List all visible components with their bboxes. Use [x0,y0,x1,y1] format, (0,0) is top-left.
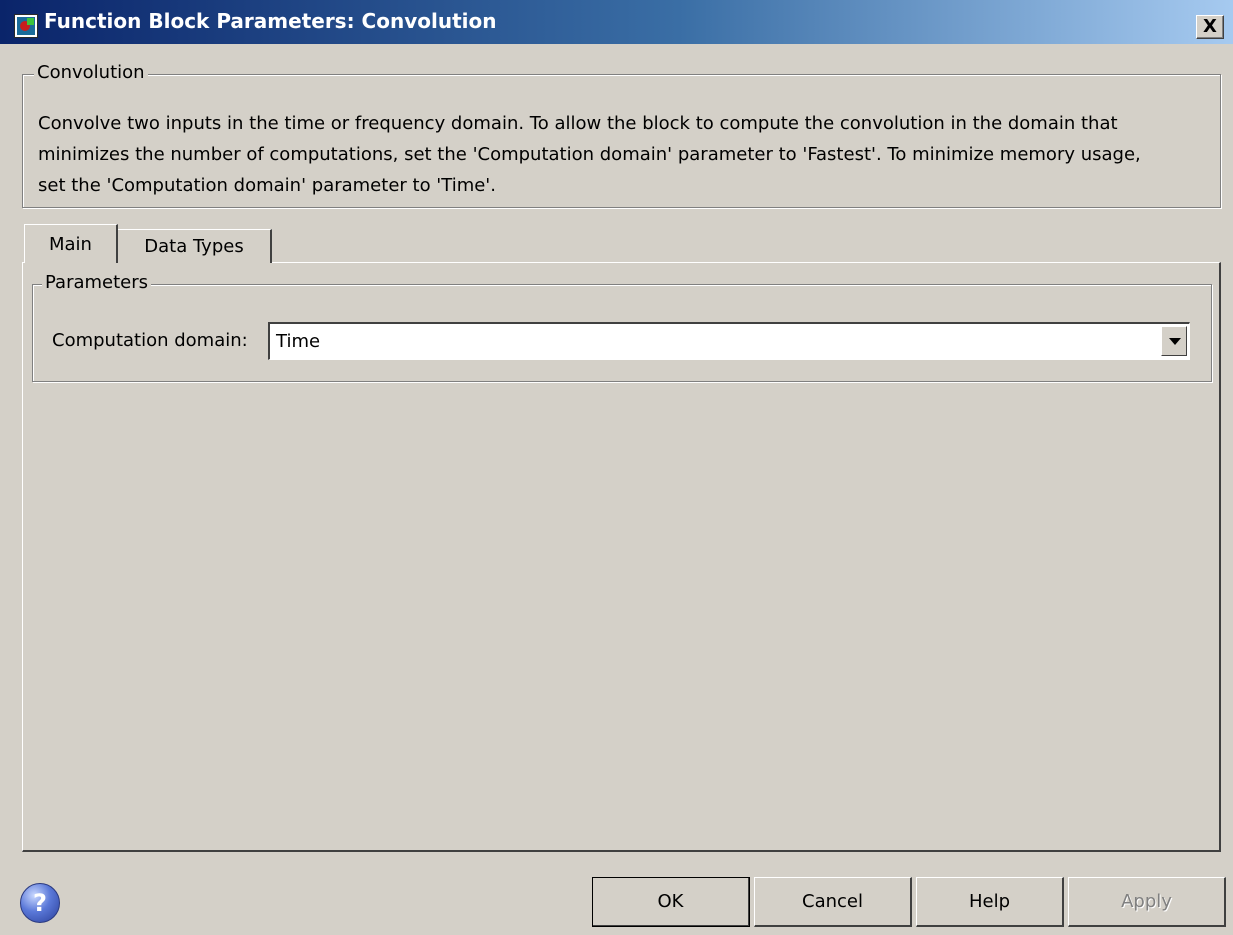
help-button[interactable]: Help [916,877,1064,927]
dropdown-button[interactable] [1161,326,1187,356]
parameters-legend: Parameters [42,272,152,293]
block-description: Convolve two inputs in the time or frequ… [38,108,1218,201]
tab-main[interactable]: Main [24,224,118,263]
chevron-down-icon [1169,338,1181,345]
ok-button[interactable]: OK [592,877,750,927]
apply-button[interactable]: Apply [1068,877,1226,927]
description-line: set the 'Computation domain' parameter t… [38,175,496,196]
computation-domain-select[interactable]: Time [268,322,1190,360]
description-line: minimizes the number of computations, se… [38,144,1141,165]
cancel-button[interactable]: Cancel [754,877,912,927]
description-line: Convolve two inputs in the time or frequ… [38,113,1118,134]
tab-main-label: Main [49,234,92,255]
tab-data-types-label: Data Types [144,236,244,257]
simulink-block-icon [14,14,38,38]
close-button[interactable]: X [1196,15,1224,39]
window-title: Function Block Parameters: Convolution [44,9,497,33]
block-description-legend: Convolution [34,62,148,83]
title-bar[interactable]: Function Block Parameters: Convolution X [0,0,1233,44]
computation-domain-label: Computation domain: [52,330,248,351]
tab-data-types[interactable]: Data Types [118,229,272,263]
computation-domain-value: Time [276,331,321,352]
help-question-icon[interactable]: ? [20,883,60,923]
